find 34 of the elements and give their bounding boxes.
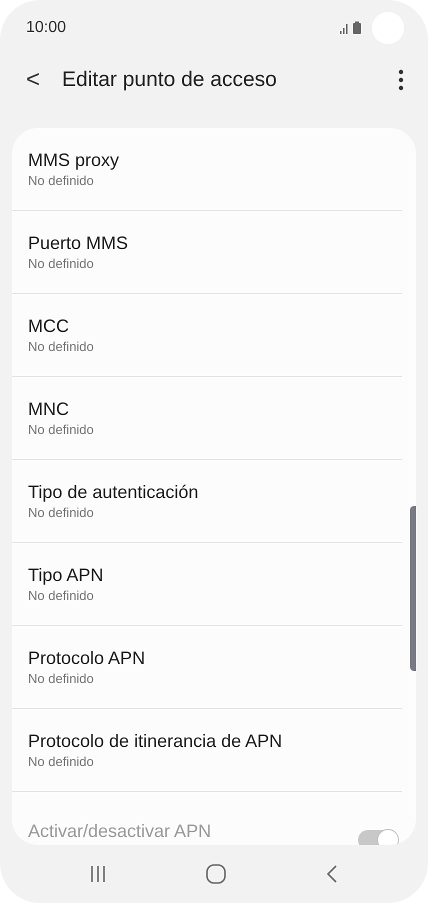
setting-item[interactable]: Tipo de autenticación No definido	[12, 460, 402, 543]
setting-item[interactable]: MCC No definido	[12, 294, 402, 377]
setting-value: No definido	[28, 504, 95, 522]
setting-title: MCC	[28, 315, 70, 338]
setting-title: Tipo APN	[28, 564, 104, 587]
setting-value: No definido	[28, 670, 95, 688]
back-button[interactable]: <	[26, 66, 40, 94]
setting-item[interactable]: Protocolo APN No definido	[12, 626, 402, 709]
setting-item[interactable]: MNC No definido	[12, 377, 402, 460]
status-time: 10:00	[26, 18, 66, 36]
setting-value: No definido	[28, 587, 95, 605]
signal-icon	[340, 20, 362, 34]
setting-item[interactable]: MMS proxy No definido	[12, 128, 402, 211]
scrollbar[interactable]	[410, 506, 416, 671]
home-icon[interactable]	[206, 864, 226, 884]
setting-title: MMS proxy	[28, 149, 120, 172]
setting-value: No definido	[28, 172, 95, 190]
recent-apps-icon[interactable]	[90, 865, 106, 883]
setting-item[interactable]: Protocolo de itinerancia de APN No definido	[12, 709, 402, 792]
screen-title: Editar punto de acceso	[62, 68, 277, 92]
setting-title: Protocolo de itinerancia de APN	[28, 730, 284, 753]
setting-value: No definido	[28, 421, 95, 439]
setting-title: Puerto MMS	[28, 232, 130, 255]
setting-value: No definido	[28, 255, 95, 273]
setting-title: Tipo de autenticación	[28, 481, 200, 504]
setting-item[interactable]: Puerto MMS No definido	[12, 211, 402, 294]
setting-value: No definido	[28, 338, 95, 356]
setting-value: No definido	[28, 753, 95, 771]
setting-item[interactable]: Tipo APN No definido	[12, 543, 402, 626]
setting-title: Activar/desactivar APN	[28, 820, 212, 843]
back-icon[interactable]	[326, 865, 338, 883]
more-options-icon[interactable]	[398, 69, 404, 91]
setting-title: Protocolo APN	[28, 647, 146, 670]
setting-title: MNC	[28, 398, 70, 421]
